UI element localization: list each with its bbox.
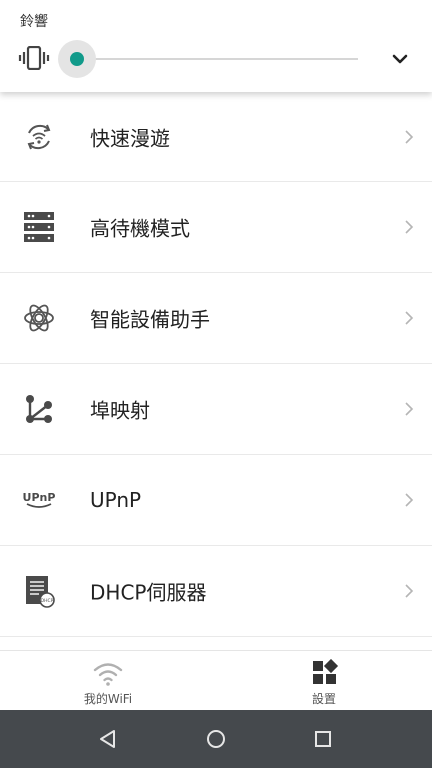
list-item-label: 快速漫遊 bbox=[90, 126, 170, 150]
dhcp-server-icon: DHCP bbox=[21, 573, 57, 609]
smart-device-icon bbox=[21, 300, 57, 336]
list-item-label: DHCP伺服器 bbox=[90, 580, 207, 605]
list-item-upnp[interactable]: UPnP UPnP bbox=[0, 455, 432, 546]
home-icon[interactable] bbox=[201, 724, 231, 754]
list-item-fast-roaming[interactable]: 快速漫遊 bbox=[0, 92, 432, 182]
volume-slider[interactable] bbox=[58, 40, 358, 78]
back-icon[interactable] bbox=[93, 724, 123, 754]
upnp-icon-text: UPnP bbox=[23, 491, 56, 504]
bottom-tab-bar: 我的WiFi 設置 bbox=[0, 650, 432, 711]
system-navigation-bar bbox=[0, 710, 432, 768]
tab-settings[interactable]: 設置 bbox=[264, 651, 384, 711]
list-item-label: 高待機模式 bbox=[90, 216, 190, 241]
volume-slider-thumb[interactable] bbox=[70, 52, 84, 66]
chevron-right-icon bbox=[403, 310, 415, 326]
port-mapping-icon bbox=[21, 391, 57, 427]
list-item-smart-device[interactable]: 智能設備助手 bbox=[0, 273, 432, 364]
standby-server-icon bbox=[21, 209, 57, 245]
list-item-standby-mode[interactable]: 高待機模式 bbox=[0, 182, 432, 273]
vibrate-icon[interactable] bbox=[18, 45, 50, 71]
chevron-right-icon bbox=[403, 492, 415, 508]
recents-icon[interactable] bbox=[308, 724, 338, 754]
chevron-right-icon bbox=[403, 219, 415, 235]
tab-label: 設置 bbox=[311, 692, 336, 706]
list-item-label: UPnP bbox=[90, 488, 142, 512]
settings-grid-icon bbox=[308, 658, 340, 687]
list-item-label: 智能設備助手 bbox=[90, 307, 210, 332]
list-item-port-mapping[interactable]: 埠映射 bbox=[0, 364, 432, 455]
chevron-right-icon bbox=[403, 129, 415, 145]
settings-list: 快速漫遊 高待機模式 智能設備助手 埠映射 UPnP UPnP DHCP DHC… bbox=[0, 92, 432, 637]
dhcp-icon-text: DHCP bbox=[41, 598, 54, 604]
upnp-icon: UPnP bbox=[21, 482, 57, 518]
chevron-right-icon bbox=[403, 583, 415, 599]
tab-my-wifi[interactable]: 我的WiFi bbox=[48, 651, 168, 711]
chevron-right-icon bbox=[403, 401, 415, 417]
tab-label: 我的WiFi bbox=[83, 692, 133, 706]
list-item-dhcp[interactable]: DHCP DHCP伺服器 bbox=[0, 546, 432, 637]
volume-label: 鈴響 bbox=[20, 14, 48, 30]
fast-roaming-icon bbox=[21, 119, 57, 155]
volume-panel: 鈴響 bbox=[0, 0, 432, 92]
chevron-down-icon[interactable] bbox=[389, 50, 411, 68]
volume-slider-track[interactable] bbox=[76, 58, 358, 60]
list-item-label: 埠映射 bbox=[90, 398, 150, 423]
wifi-icon bbox=[92, 659, 124, 687]
